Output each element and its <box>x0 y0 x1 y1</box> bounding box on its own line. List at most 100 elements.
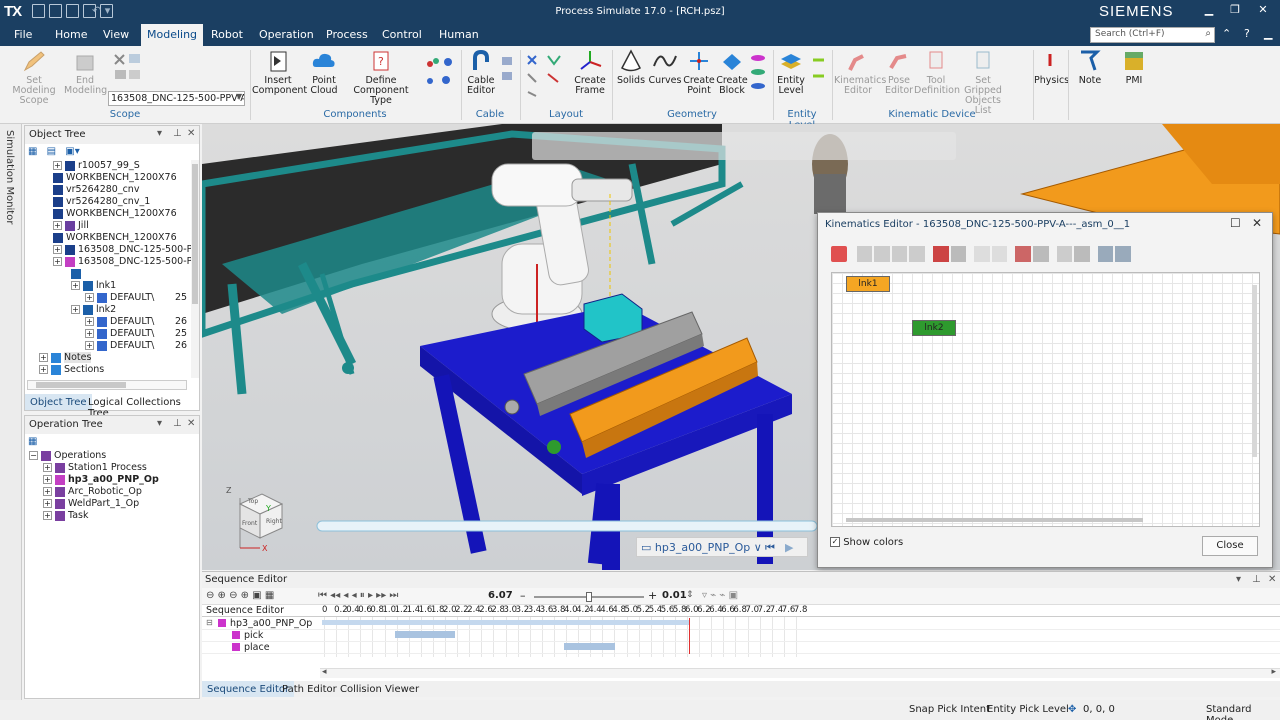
create-block-button[interactable]: Create Block <box>716 48 748 96</box>
expand-icon[interactable]: + <box>43 511 52 520</box>
expand-icon[interactable]: + <box>43 487 52 496</box>
create-link-icon[interactable] <box>831 246 847 262</box>
navigation-cube[interactable]: Top Right Front Z X Y <box>226 484 290 554</box>
object-tree-row[interactable]: + DEFAULT\ 26 <box>85 340 187 352</box>
operation-tree-row[interactable]: + Station1 Process <box>43 462 147 474</box>
pin-icon[interactable]: ⊥ <box>173 128 182 139</box>
joint-lock-icon[interactable] <box>909 246 925 262</box>
menu-modeling[interactable]: Modeling <box>141 24 204 46</box>
close-button[interactable]: Close <box>1202 536 1258 556</box>
expand-icon[interactable]: − <box>29 451 38 460</box>
set-gripped-objects-button[interactable]: Set Gripped Objects List <box>956 48 1010 116</box>
tree-filter-icon[interactable]: ▤ <box>47 146 56 157</box>
expand-icon[interactable]: + <box>53 257 62 266</box>
create-point-button[interactable]: Create Point <box>682 48 716 96</box>
expand-icon[interactable]: + <box>39 353 48 362</box>
expand-icon[interactable]: + <box>43 463 52 472</box>
tab-object-tree[interactable]: Object Tree <box>25 394 92 410</box>
link-node-lnk2[interactable]: lnk2 <box>912 320 956 336</box>
tree-view-icon[interactable]: ▣▾ <box>65 146 79 157</box>
expand-icon[interactable]: + <box>53 161 62 170</box>
entity-pick-level[interactable]: Entity Pick Level <box>987 704 1069 715</box>
ribbon-collapse-icon[interactable]: ⌃ <box>1222 27 1231 40</box>
timeline-bar-place[interactable] <box>564 643 616 650</box>
object-tree-row[interactable]: +163508_DNC-125-500-PF <box>53 244 191 256</box>
create-frame-button[interactable]: Create Frame <box>570 48 610 96</box>
pin-icon[interactable]: ⊥ <box>173 418 182 429</box>
object-tree-row[interactable]: + lnk2 <box>71 304 116 316</box>
object-tree-row[interactable]: + DEFAULT\ 25 <box>85 292 187 304</box>
note-button[interactable]: Note <box>1074 48 1106 86</box>
show-colors-checkbox[interactable]: ✓ Show colors <box>830 537 903 548</box>
entity-level-button[interactable]: Entity Level <box>775 48 807 96</box>
menu-process[interactable]: Process <box>326 28 368 41</box>
play-icon[interactable]: ▶ <box>785 541 793 554</box>
insert-component-button[interactable]: Insert Component <box>252 48 307 96</box>
physics-button[interactable]: Physics <box>1034 48 1069 86</box>
tab-sequence-editor[interactable]: Sequence Editor <box>202 681 295 697</box>
expand-icon[interactable]: + <box>71 281 80 290</box>
tab-logical-collections[interactable]: Logical Collections Tree <box>83 394 201 419</box>
simulation-monitor-tab[interactable]: Simulation Monitor <box>0 124 22 704</box>
object-tree-row[interactable]: + DEFAULT\ 25 <box>85 328 187 340</box>
joint-dependency-icon[interactable] <box>1032 246 1049 262</box>
cable-editor-button[interactable]: Cable Editor <box>463 48 499 96</box>
kinematics-editor-button[interactable]: Kinematics Editor <box>834 48 886 96</box>
menu-operation[interactable]: Operation <box>259 28 314 41</box>
object-tree-row[interactable]: WORKBENCH_1200X76 <box>53 232 177 244</box>
object-tree-row[interactable]: + r10057_99_S <box>53 160 140 172</box>
object-tree-row[interactable]: + DEFAULT\ 26 <box>85 316 187 328</box>
properties-icon[interactable] <box>974 246 990 262</box>
vertical-scrollbar[interactable] <box>191 160 199 378</box>
link-node-lnk1[interactable]: lnk1 <box>846 276 890 292</box>
minimize-icon[interactable]: ▁ <box>1196 3 1222 16</box>
operation-selector[interactable]: ▭ hp3_a00_PNP_Op ∨ ⏮ ▶ <box>636 537 808 557</box>
dialog-maximize-icon[interactable]: ☐ <box>1230 216 1241 230</box>
panel-close-icon[interactable]: ✕ <box>187 418 195 429</box>
rewind-icon[interactable]: ⏮ <box>765 541 775 555</box>
snap-pick-intent[interactable]: Snap Pick Intent <box>909 704 990 715</box>
tree-layout-icon[interactable] <box>1074 246 1090 262</box>
minimize-ribbon-icon[interactable]: ▁ <box>1264 27 1272 40</box>
zoom-in-icon[interactable] <box>1097 246 1114 262</box>
kinematics-graph-area[interactable]: lnk1 lnk2 <box>831 272 1260 527</box>
tab-path-editor[interactable]: Path Editor <box>282 684 337 695</box>
expand-icon[interactable]: + <box>43 475 52 484</box>
menu-file[interactable]: File <box>14 28 32 41</box>
scope-selector[interactable]: 163508_DNC-125-500-PPV-A <box>108 91 245 106</box>
object-tree-row[interactable]: WORKBENCH_1200X76 <box>53 172 177 184</box>
tree-grid-icon[interactable]: ▦ <box>28 146 37 157</box>
crank-icon[interactable] <box>932 246 949 262</box>
expand-icon[interactable]: + <box>43 499 52 508</box>
joint-revolute-icon[interactable] <box>891 246 908 262</box>
operation-tree-row[interactable]: + hp3_a00_PNP_Op <box>43 474 159 486</box>
menu-robot[interactable]: Robot <box>211 28 243 41</box>
operation-tree-row[interactable]: + Task <box>43 510 89 522</box>
object-tree-row[interactable]: + Sections <box>39 364 104 376</box>
panel-close-icon[interactable]: ✕ <box>187 128 195 139</box>
expand-icon[interactable]: + <box>85 293 94 302</box>
object-tree-row[interactable]: +163508_DNC-125-500-PF <box>53 256 191 268</box>
expand-icon[interactable]: + <box>85 329 94 338</box>
scope-dropdown-icon[interactable]: ▼ <box>236 92 242 101</box>
point-cloud-button[interactable]: Point Cloud <box>304 48 344 96</box>
expand-icon[interactable]: + <box>53 221 62 230</box>
operation-tree-row[interactable]: + WeldPart_1_Op <box>43 498 139 510</box>
tab-collision-viewer[interactable]: Collision Viewer <box>340 684 419 695</box>
operation-tree-grid-icon[interactable]: ▦ <box>28 436 37 447</box>
tool-definition-button[interactable]: Tool Definition <box>914 48 960 96</box>
delete-icon[interactable] <box>991 246 1008 262</box>
pmi-button[interactable]: PMI <box>1118 48 1150 86</box>
panel-menu-icon[interactable]: ▾ <box>157 128 162 139</box>
cam-icon[interactable] <box>950 246 967 262</box>
solids-button[interactable]: Solids <box>614 48 648 86</box>
curves-button[interactable]: Curves <box>648 48 682 86</box>
set-modeling-scope-button[interactable]: Set Modeling Scope <box>4 48 64 106</box>
object-tree-row[interactable]: vr5264280_cnv <box>53 184 139 196</box>
restore-icon[interactable]: ❐ <box>1222 3 1248 16</box>
joint-prismatic-icon[interactable] <box>874 246 890 262</box>
expand-icon[interactable]: + <box>71 305 80 314</box>
graph-vertical-scrollbar[interactable] <box>1252 285 1257 457</box>
zoom-out-icon[interactable] <box>1115 246 1131 262</box>
timeline-scrollbar[interactable]: ◂ ▸ <box>320 667 1280 678</box>
